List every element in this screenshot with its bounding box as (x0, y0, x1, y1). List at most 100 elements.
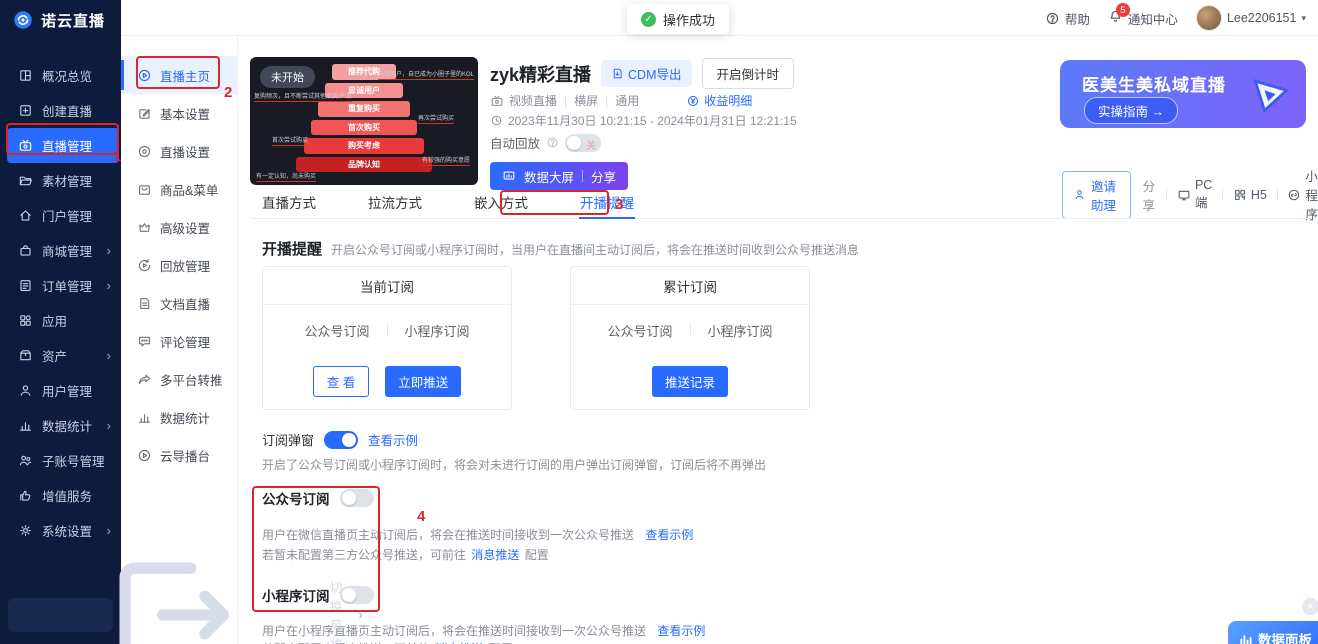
tab-embed-mode[interactable]: 嵌入方式 (474, 192, 528, 218)
question-circle-icon (546, 136, 559, 149)
pyramid-level: 品牌认知 (296, 156, 432, 172)
close-icon[interactable]: × (1302, 598, 1318, 615)
stream-type: 视频直播 (509, 94, 558, 108)
submenu-item-advanced-settings[interactable]: 高级设置 (121, 208, 237, 246)
comment-icon (137, 334, 152, 349)
submenu-item-live-settings[interactable]: 直播设置 (121, 132, 237, 170)
sidebar-item-statistics[interactable]: 数据统计 › (0, 408, 121, 443)
pyramid-level: 重复购买 (318, 101, 410, 117)
data-panel-label: 数据面板 (1258, 633, 1312, 644)
card-title: 累计订阅 (571, 267, 809, 305)
submenu-item-multi-push[interactable]: 多平台转推 (121, 360, 237, 398)
view-example-link[interactable]: 查看示例 (657, 624, 705, 638)
tab-live-mode[interactable]: 直播方式 (262, 192, 316, 218)
sidebar-item-live-management[interactable]: 直播管理 (7, 128, 119, 163)
pyramid-note: 有一定认知，尚未购买 (256, 171, 317, 182)
submenu-item-goods-menu[interactable]: 商品&菜单 (121, 170, 237, 208)
submenu-item-live-home[interactable]: 直播主页 (121, 56, 237, 94)
chevron-right-icon: › (106, 348, 111, 363)
switch-style-label: 切换风格 (330, 581, 343, 644)
sidebar-item-mall[interactable]: 商城管理 › (0, 233, 121, 268)
view-example-link[interactable]: 查看示例 (368, 430, 418, 449)
view-button[interactable]: 查 看 (312, 365, 370, 397)
submenu-item-label: 文档直播 (160, 297, 211, 312)
sidebar-item-subaccounts[interactable]: 子账号管理 (0, 443, 121, 478)
submenu-item-doc-live[interactable]: 文档直播 (121, 284, 237, 322)
submenu-item-cloud-studio[interactable]: 云导播台 (121, 436, 237, 474)
stream-mode: 通用 (615, 94, 640, 108)
help-label: 帮助 (1064, 12, 1090, 27)
message-push-config-link[interactable]: 消息推送 (471, 548, 519, 562)
current-subscription-card: 当前订阅 公众号订阅 小程序订阅 查 看 立即推送 (262, 266, 512, 410)
submenu-item-label: 云导播台 (160, 449, 211, 464)
apps-icon (18, 313, 33, 328)
edit-icon (137, 106, 152, 121)
stream-time-row: 2023年11月30日 10:21:15 - 2024年01月31日 12:21… (490, 112, 797, 129)
promo-banner[interactable]: 医美生美私域直播 实操指南 → (1060, 60, 1306, 128)
chevron-right-icon: › (106, 278, 111, 293)
pyramid-note: 复购频次，且不断尝试其他品类/产品 (254, 91, 352, 102)
start-countdown-button[interactable]: 开启倒计时 (701, 58, 795, 89)
submenu-item-label: 基本设置 (160, 107, 211, 122)
sidebar-item-label: 门户管理 (42, 210, 93, 224)
tab-start-reminder[interactable]: 开播提醒 (580, 192, 634, 218)
revenue-detail-link[interactable]: 收益明细 (686, 92, 752, 109)
data-panel-button[interactable]: 数据面板 (1228, 621, 1318, 644)
mp-subscription-label: 公众号订阅 (262, 492, 330, 507)
switch-style-button[interactable]: 切换风格 › (8, 598, 363, 644)
sidebar-item-assets[interactable]: 资产 › (0, 338, 121, 373)
asset-box-icon (18, 348, 33, 363)
notification-label: 通知中心 (1127, 12, 1178, 27)
order-list-icon (18, 278, 33, 293)
view-example-link[interactable]: 查看示例 (645, 528, 693, 542)
auto-replay-toggle[interactable]: 关 (565, 133, 602, 152)
stream-time: 2023年11月30日 10:21:15 - 2024年01月31日 12:21… (508, 114, 797, 128)
sidebar-item-overview[interactable]: 概况总览 (0, 58, 121, 93)
submenu-item-statistics[interactable]: 数据统计 (121, 398, 237, 436)
subscription-popup-toggle[interactable] (324, 430, 359, 449)
card-title: 当前订阅 (263, 267, 511, 305)
submenu-item-comments[interactable]: 评论管理 (121, 322, 237, 360)
stream-meta-row: 视频直播 | 横屏 | 通用 收益明细 (490, 92, 752, 109)
section-desc: 开启公众号订阅或小程序订阅时，当用户在直播间主动订阅后，将会在推送时间收到公众号… (331, 243, 860, 257)
tab-pull-mode[interactable]: 拉流方式 (368, 192, 422, 218)
sidebar-item-material[interactable]: 素材管理 (0, 163, 121, 198)
users-group-icon (18, 453, 33, 468)
user-menu[interactable]: Lee2206151 ▾ (1195, 5, 1306, 31)
sidebar-item-label: 直播管理 (42, 140, 93, 154)
sidebar-item-value-services[interactable]: 增值服务 (0, 478, 121, 513)
sidebar-item-portal[interactable]: 门户管理 (0, 198, 121, 233)
push-record-button[interactable]: 推送记录 (651, 365, 728, 397)
question-circle-icon (1045, 11, 1060, 26)
toggle-knob (341, 491, 356, 505)
submenu-item-label: 多平台转推 (160, 373, 223, 388)
title-row: zyk精彩直播 CDM导出 开启倒计时 (490, 58, 795, 89)
package-icon (137, 182, 152, 197)
sidebar-item-create-live[interactable]: 创建直播 (0, 93, 121, 128)
submenu-item-replay[interactable]: 回放管理 (121, 246, 237, 284)
mini-subscription-toggle[interactable] (339, 586, 374, 604)
sidebar-item-users[interactable]: 用户管理 (0, 373, 121, 408)
data-screen-share-button[interactable]: 数据大屏 分享 (490, 162, 629, 190)
sidebar-item-orders[interactable]: 订单管理 › (0, 268, 121, 303)
sidebar-item-label: 数据统计 (42, 420, 93, 434)
main-content: 未开始 推荐代购 忠诚用户 重复购买 首次购买 购买考虑 品牌认知 忠诚用户，自… (238, 36, 1318, 644)
chevron-right-icon: › (106, 243, 111, 258)
submenu-item-label: 数据统计 (160, 411, 211, 426)
banner-cta-button[interactable]: 实操指南 → (1084, 97, 1178, 124)
mp-subscription-label: 公众号订阅 (304, 323, 370, 339)
notification-center-button[interactable]: 5 通知中心 (1108, 3, 1178, 28)
mp-subscription-toggle[interactable] (339, 489, 374, 507)
submenu-item-basic-settings[interactable]: 基本设置 (121, 94, 237, 132)
cdm-export-button[interactable]: CDM导出 (601, 60, 692, 87)
avatar[interactable] (1195, 5, 1222, 31)
push-now-button[interactable]: 立即推送 (385, 365, 462, 397)
pyramid-note: 忠诚用户，自已成为小圈子里的KOL (377, 69, 474, 80)
bag-icon (18, 243, 33, 258)
sidebar-item-label: 应用 (42, 315, 68, 329)
toggle-knob (341, 588, 356, 602)
brand: 诺云直播 (0, 0, 121, 40)
toggle-off-text: 关 (586, 140, 597, 152)
sidebar-item-apps[interactable]: 应用 (0, 303, 121, 338)
help-button[interactable]: 帮助 (1045, 9, 1090, 28)
